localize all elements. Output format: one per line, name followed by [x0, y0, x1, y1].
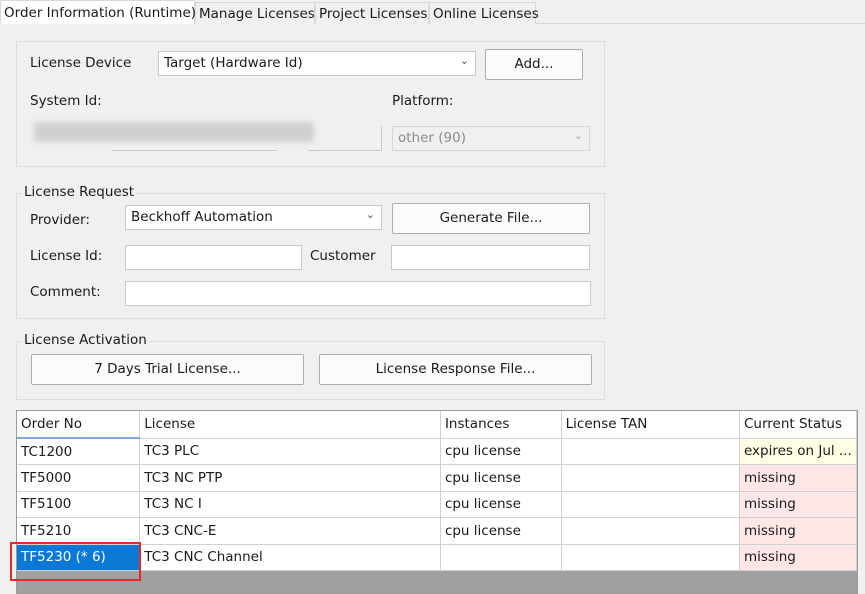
license-id-label: License Id:	[30, 248, 103, 264]
table-header-row: Order No License Instances License TAN C…	[17, 411, 857, 439]
license-tan-cell[interactable]	[561, 491, 740, 518]
customer-label: Customer	[310, 248, 376, 264]
generate-file-button[interactable]: Generate File...	[392, 203, 590, 234]
system-id-label: System Id:	[30, 93, 102, 109]
tab-online-licenses[interactable]: Online Licenses	[429, 2, 539, 24]
column-header-license-tan[interactable]: License TAN	[561, 411, 740, 439]
highlight-annotation-box	[10, 542, 141, 581]
provider-value: Beckhoff Automation	[131, 209, 273, 225]
order-no-cell[interactable]: TC1200	[17, 438, 141, 465]
platform-dropdown: other (90) ⌄	[392, 126, 590, 151]
license-tan-cell[interactable]	[561, 464, 740, 492]
tab-project-licenses[interactable]: Project Licenses	[315, 2, 429, 24]
license-activation-title: License Activation	[22, 332, 149, 348]
table-row[interactable]: TF5000 TC3 NC PTP cpu license missing	[17, 464, 857, 492]
status-cell[interactable]: missing	[739, 491, 857, 518]
chevron-down-icon: ⌄	[573, 129, 583, 142]
license-cell[interactable]: TC3 NC PTP	[139, 464, 441, 492]
instances-cell[interactable]	[440, 544, 562, 571]
license-grid: Order No License Instances License TAN C…	[17, 411, 857, 571]
tab-bar: Order Information (Runtime) Manage Licen…	[0, 0, 865, 25]
license-device-label: License Device	[30, 55, 132, 71]
comment-label: Comment:	[30, 284, 101, 300]
license-cell[interactable]: TC3 PLC	[139, 438, 441, 465]
license-id-input[interactable]	[125, 245, 302, 270]
trial-license-button[interactable]: 7 Days Trial License...	[31, 354, 304, 385]
license-tan-cell[interactable]	[561, 438, 740, 465]
tab-order-information[interactable]: Order Information (Runtime)	[0, 0, 196, 24]
instances-cell[interactable]: cpu license	[440, 464, 562, 492]
license-tan-cell[interactable]	[561, 517, 740, 545]
license-cell[interactable]: TC3 CNC-E	[139, 517, 441, 545]
status-cell[interactable]: missing	[739, 464, 857, 492]
table-row[interactable]: TC1200 TC3 PLC cpu license expires on Ju…	[17, 438, 857, 465]
platform-label: Platform:	[392, 93, 454, 109]
column-header-current-status[interactable]: Current Status	[739, 411, 857, 439]
table-row[interactable]: TF5230 (* 6) TC3 CNC Channel missing	[17, 544, 857, 571]
provider-label: Provider:	[30, 212, 90, 228]
order-no-cell[interactable]: TF5100	[17, 491, 141, 518]
column-header-license[interactable]: License	[139, 411, 441, 439]
license-cell[interactable]: TC3 CNC Channel	[139, 544, 441, 571]
license-request-title: License Request	[22, 184, 137, 200]
order-no-cell[interactable]: TF5210	[17, 517, 141, 545]
status-cell[interactable]: missing	[739, 544, 857, 571]
chevron-down-icon: ⌄	[365, 208, 375, 221]
system-id-field-3[interactable]	[308, 126, 382, 151]
instances-cell[interactable]: cpu license	[440, 491, 562, 518]
table-row[interactable]: TF5100 TC3 NC I cpu license missing	[17, 491, 857, 518]
column-header-instances[interactable]: Instances	[440, 411, 562, 439]
add-button[interactable]: Add...	[485, 49, 583, 80]
status-cell[interactable]: expires on Jul ...	[739, 438, 857, 465]
provider-dropdown[interactable]: Beckhoff Automation ⌄	[125, 205, 382, 230]
comment-input[interactable]	[125, 281, 591, 306]
table-row[interactable]: TF5210 TC3 CNC-E cpu license missing	[17, 517, 857, 545]
status-cell[interactable]: missing	[739, 517, 857, 545]
license-response-file-button[interactable]: License Response File...	[319, 354, 592, 385]
order-no-cell[interactable]: TF5000	[17, 464, 141, 492]
license-table: Order No License Instances License TAN C…	[16, 410, 858, 594]
instances-cell[interactable]: cpu license	[440, 438, 562, 465]
redacted-system-id	[34, 122, 314, 142]
license-tan-cell[interactable]	[561, 544, 740, 571]
platform-value: other (90)	[398, 130, 466, 146]
instances-cell[interactable]: cpu license	[440, 517, 562, 545]
license-device-dropdown[interactable]: Target (Hardware Id) ⌄	[158, 51, 476, 76]
tab-manage-licenses[interactable]: Manage Licenses	[195, 2, 315, 24]
license-cell[interactable]: TC3 NC I	[139, 491, 441, 518]
customer-input[interactable]	[391, 245, 590, 270]
column-header-order-no[interactable]: Order No	[17, 411, 141, 439]
chevron-down-icon: ⌄	[459, 54, 469, 67]
license-device-value: Target (Hardware Id)	[164, 55, 303, 71]
